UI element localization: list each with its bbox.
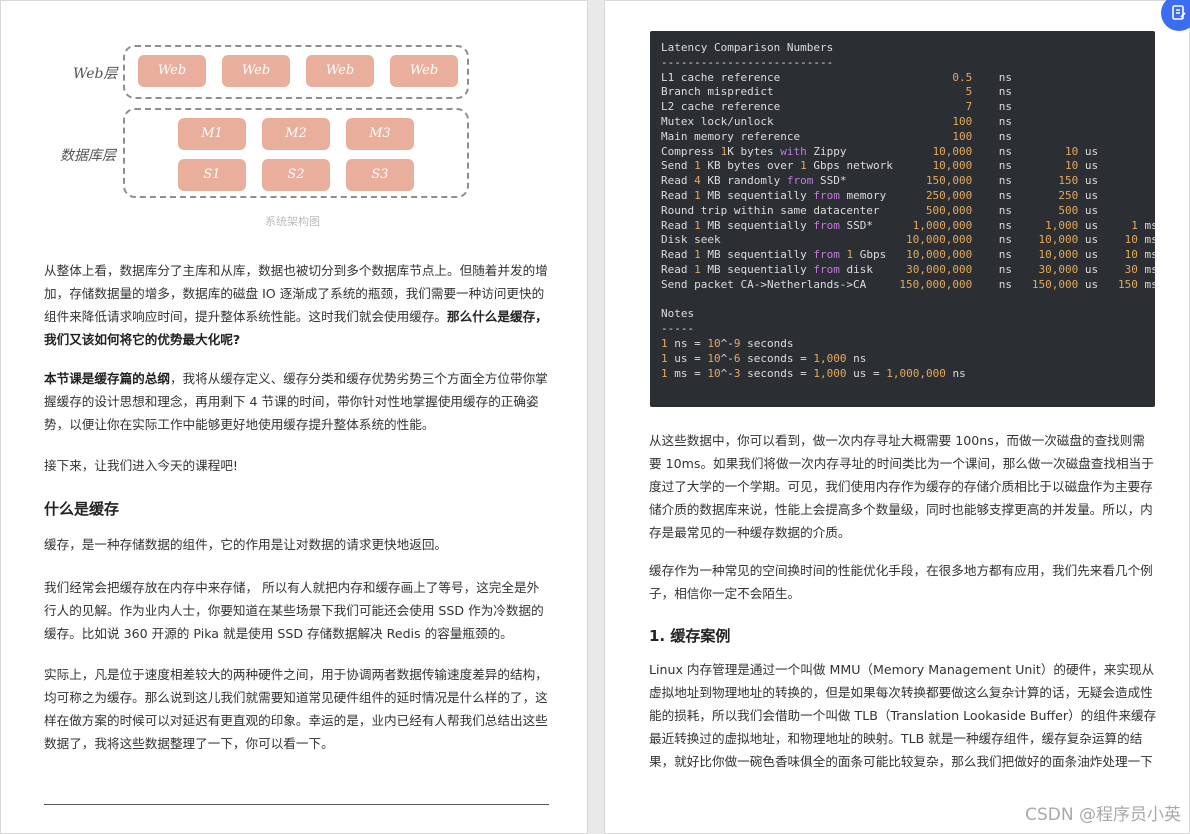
section-heading-cache-cases: 1. 缓存案例 (649, 627, 731, 645)
web-node: Web (138, 55, 206, 87)
web-node: Web (390, 55, 458, 87)
memory-paragraph: 我们经常会把缓存放在内存中来存储， 所以有人就把内存和缓存画上了等号，这完全是外… (44, 580, 544, 641)
latency-paragraph: 实际上，凡是位于速度相差较大的两种硬件之间，用于协调两者数据传输速度差异的结构，… (44, 667, 548, 751)
section-heading-what-is-cache: 什么是缓存 (44, 500, 120, 518)
slave-node: S1 (178, 159, 246, 191)
latency-code-text: Latency Comparison Numbers -------------… (661, 41, 1155, 380)
master-node: M3 (346, 118, 414, 150)
web-node: Web (222, 55, 290, 87)
overview-emphasis: 本节课是缓存篇的总纲 (44, 371, 170, 386)
master-node: M1 (178, 118, 246, 150)
transition-paragraph: 接下来，让我们进入今天的课程吧! (44, 458, 238, 473)
edit-icon (1172, 5, 1186, 20)
slave-node: S3 (346, 159, 414, 191)
master-node: M2 (262, 118, 330, 150)
mmu-tlb-paragraph: Linux 内存管理是通过一个叫做 MMU（Memory Management … (649, 662, 1157, 769)
diagram-caption: 系统架构图 (265, 215, 320, 228)
memory-vs-disk-paragraph: 从这些数据中，你可以看到，做一次内存寻址大概需要 100ns，而做一次磁盘的查找… (649, 433, 1154, 540)
db-layer-label: 数据库层 (60, 148, 116, 164)
right-page: Latency Comparison Numbers -------------… (604, 0, 1190, 834)
csdn-watermark: CSDN @程序员小英 (1025, 805, 1181, 825)
overview-paragraph: 本节课是缓存篇的总纲，我将从缓存定义、缓存分类和缓存优势劣势三个方面全方位带你掌… (44, 367, 550, 436)
web-layer-label: Web层 (73, 66, 118, 82)
latency-code-block: Latency Comparison Numbers -------------… (650, 31, 1155, 407)
space-time-paragraph: 缓存作为一种常见的空间换时间的性能优化手段，在很多地方都有应用，我们先来看几个例… (649, 563, 1153, 601)
definition-paragraph: 缓存，是一种存储数据的组件，它的作用是让对数据的请求更快地返回。 (44, 537, 447, 552)
slave-node: S2 (262, 159, 330, 191)
web-node: Web (306, 55, 374, 87)
page-divider (44, 804, 549, 805)
system-architecture-diagram: Web层 Web Web Web Web 数据库层 M1 M2 M3 S1 S2… (43, 41, 483, 231)
intro-paragraph: 从整体上看，数据库分了主库和从库，数据也被切分到多个数据库节点上。但随着并发的增… (44, 259, 550, 351)
floating-action-button[interactable] (1161, 0, 1190, 31)
left-page: Web层 Web Web Web Web 数据库层 M1 M2 M3 S1 S2… (0, 0, 588, 834)
